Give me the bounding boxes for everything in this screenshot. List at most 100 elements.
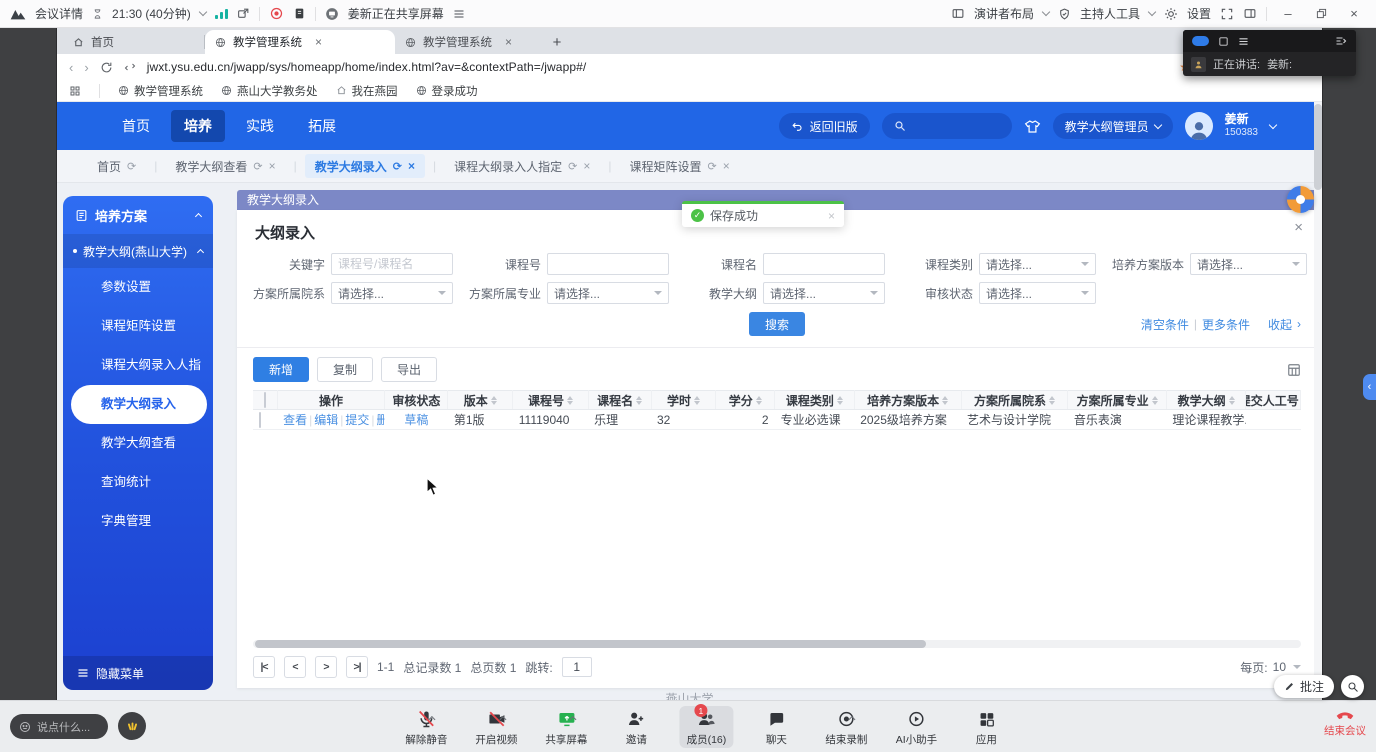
refresh-icon[interactable]: ⟳ xyxy=(708,160,717,173)
col-credits[interactable]: 学分 xyxy=(729,392,753,409)
refresh-icon[interactable]: ⟳ xyxy=(568,160,577,173)
meeting-detail-link[interactable]: 会议详情 xyxy=(35,5,83,22)
view-link[interactable]: 查看 xyxy=(283,413,307,427)
dept-select[interactable]: 请选择... xyxy=(331,282,453,304)
minimize-button[interactable]: – xyxy=(1276,4,1300,24)
panel-collapse-handle[interactable]: ‹ xyxy=(1363,374,1376,400)
workspace-tab-home[interactable]: 首页⟳ xyxy=(87,154,146,178)
sidebar-item-dagang-chakan[interactable]: 教学大纲查看 xyxy=(63,424,213,463)
jump-page-input[interactable] xyxy=(562,657,592,677)
floating-pinwheel-widget[interactable] xyxy=(1287,186,1314,213)
col-syllabus[interactable]: 教学大纲 xyxy=(1178,392,1226,409)
sidebar-item-canshushezhi[interactable]: 参数设置 xyxy=(63,268,213,307)
quick-chat-input[interactable]: 说点什么... xyxy=(10,714,108,739)
sort-icon[interactable] xyxy=(837,393,843,408)
row-checkbox[interactable] xyxy=(259,412,261,428)
scrollbar-thumb[interactable] xyxy=(1314,104,1322,190)
theme-shirt-icon[interactable] xyxy=(1024,119,1041,134)
add-button[interactable]: 新增 xyxy=(253,357,309,382)
apps-button[interactable]: 应用 xyxy=(959,706,1013,748)
next-page-button[interactable]: > xyxy=(315,656,337,678)
user-avatar[interactable] xyxy=(1185,112,1213,140)
chat-button[interactable]: 聊天 xyxy=(749,706,803,748)
workspace-tab-assign[interactable]: 课程大纲录入人指定⟳× xyxy=(444,154,600,178)
workspace-tab-matrix[interactable]: 课程矩阵设置⟳× xyxy=(619,154,739,178)
user-menu-chevron-icon[interactable] xyxy=(1269,120,1277,128)
sidebar-subgroup-jxdg[interactable]: 教学大纲(燕山大学) xyxy=(63,234,213,268)
browser-tab-jwgl-2[interactable]: 教学管理系统 × xyxy=(395,30,545,54)
host-tools-menu[interactable]: 主持人工具 xyxy=(1080,5,1140,22)
scrollbar-thumb[interactable] xyxy=(255,640,926,648)
major-select[interactable]: 请选择... xyxy=(547,282,669,304)
course-no-input[interactable] xyxy=(547,253,669,275)
tab-close-icon[interactable]: × xyxy=(408,159,415,173)
sort-icon[interactable] xyxy=(694,393,700,408)
list-view-icon[interactable] xyxy=(1238,37,1249,46)
layout-menu[interactable]: 演讲者布局 xyxy=(974,5,1034,22)
browser-tab-jwgl-active[interactable]: 教学管理系统 × xyxy=(205,30,395,54)
sort-icon[interactable] xyxy=(636,393,642,408)
role-selector[interactable]: 教学大纲管理员 xyxy=(1053,113,1173,139)
tab-close-icon[interactable]: × xyxy=(583,159,590,173)
new-tab-button[interactable]: + xyxy=(545,30,569,54)
nav-item-peiyang[interactable]: 培养 xyxy=(171,110,225,142)
plan-version-select[interactable]: 请选择... xyxy=(1190,253,1307,275)
col-hours[interactable]: 学时 xyxy=(667,392,691,409)
refresh-icon[interactable]: ⟳ xyxy=(127,160,136,173)
sidebar-item-lururen-zhiding[interactable]: 课程大纲录入人指定 xyxy=(63,346,213,385)
delete-link[interactable]: 删除 xyxy=(377,413,385,427)
share-screen-button[interactable]: 共享屏幕 xyxy=(539,706,593,748)
bookmark-jwc[interactable]: 燕山大学教务处 xyxy=(221,83,318,99)
toast-close-icon[interactable]: × xyxy=(828,209,835,223)
window-mode-icon[interactable] xyxy=(1218,36,1229,47)
chevron-down-icon[interactable] xyxy=(1293,665,1301,673)
clear-filters-link[interactable]: 清空条件 xyxy=(1141,316,1189,333)
forward-icon[interactable]: › xyxy=(84,60,88,75)
nav-item-tuozhan[interactable]: 拓展 xyxy=(295,110,349,142)
status-badge[interactable]: 草稿 xyxy=(404,413,428,427)
edit-link[interactable]: 编辑 xyxy=(314,413,338,427)
column-settings-icon[interactable] xyxy=(1287,363,1301,377)
tab-close-icon[interactable]: × xyxy=(315,35,322,49)
nav-item-shijian[interactable]: 实践 xyxy=(233,110,287,142)
sidebar-item-dagang-luru[interactable]: 教学大纲录入 xyxy=(71,385,207,424)
sort-icon[interactable] xyxy=(1049,393,1055,408)
horizontal-scrollbar[interactable] xyxy=(253,640,1301,648)
collapse-filters-link[interactable]: 收起 xyxy=(1268,316,1292,333)
bookmark-yanyuan[interactable]: 我在燕园 xyxy=(336,83,398,99)
timer-chevron-icon[interactable] xyxy=(198,8,206,16)
per-page-value[interactable]: 10 xyxy=(1273,660,1286,674)
sidebar-item-kechengjuzhen[interactable]: 课程矩阵设置 xyxy=(63,307,213,346)
apps-grid-icon[interactable] xyxy=(69,85,81,97)
settings-menu[interactable]: 设置 xyxy=(1187,5,1211,22)
start-video-button[interactable]: 开启视频 xyxy=(469,706,523,748)
course-name-input[interactable] xyxy=(763,253,885,275)
members-button[interactable]: 1 成员(16) xyxy=(679,706,733,748)
col-version[interactable]: 版本 xyxy=(464,392,488,409)
workspace-tab-entry-active[interactable]: 教学大纲录入⟳× xyxy=(305,154,425,178)
bookmark-login-ok[interactable]: 登录成功 xyxy=(416,83,478,99)
refresh-icon[interactable]: ⟳ xyxy=(253,160,262,173)
back-icon[interactable]: ‹ xyxy=(69,60,73,75)
course-type-select[interactable]: 请选择... xyxy=(979,253,1096,275)
last-page-button[interactable]: >| xyxy=(346,656,368,678)
sidebar-item-zidian-guanli[interactable]: 字典管理 xyxy=(63,502,213,541)
keyword-input[interactable] xyxy=(331,253,453,275)
select-all-checkbox[interactable] xyxy=(264,392,266,408)
record-indicator-icon[interactable] xyxy=(269,6,284,21)
sort-icon[interactable] xyxy=(756,393,762,408)
ai-assistant-button[interactable]: AI小助手 xyxy=(889,706,943,748)
stop-recording-button[interactable]: 结束录制 xyxy=(819,706,873,748)
annotate-button[interactable]: 批注 xyxy=(1274,675,1334,698)
col-plan-version[interactable]: 培养方案版本 xyxy=(867,392,939,409)
layout-chevron-icon[interactable] xyxy=(1042,8,1050,16)
sidebar-group-peiyangfangan[interactable]: 培养方案 xyxy=(63,196,213,234)
sort-icon[interactable] xyxy=(491,393,497,408)
back-to-old-button[interactable]: 返回旧版 xyxy=(779,113,870,139)
submit-link[interactable]: 提交 xyxy=(345,413,369,427)
more-filters-link[interactable]: 更多条件 xyxy=(1202,316,1250,333)
reload-icon[interactable] xyxy=(100,61,113,74)
end-meeting-button[interactable]: 结束会议 xyxy=(1324,708,1366,738)
sort-icon[interactable] xyxy=(942,393,948,408)
popout-icon[interactable] xyxy=(237,7,250,20)
